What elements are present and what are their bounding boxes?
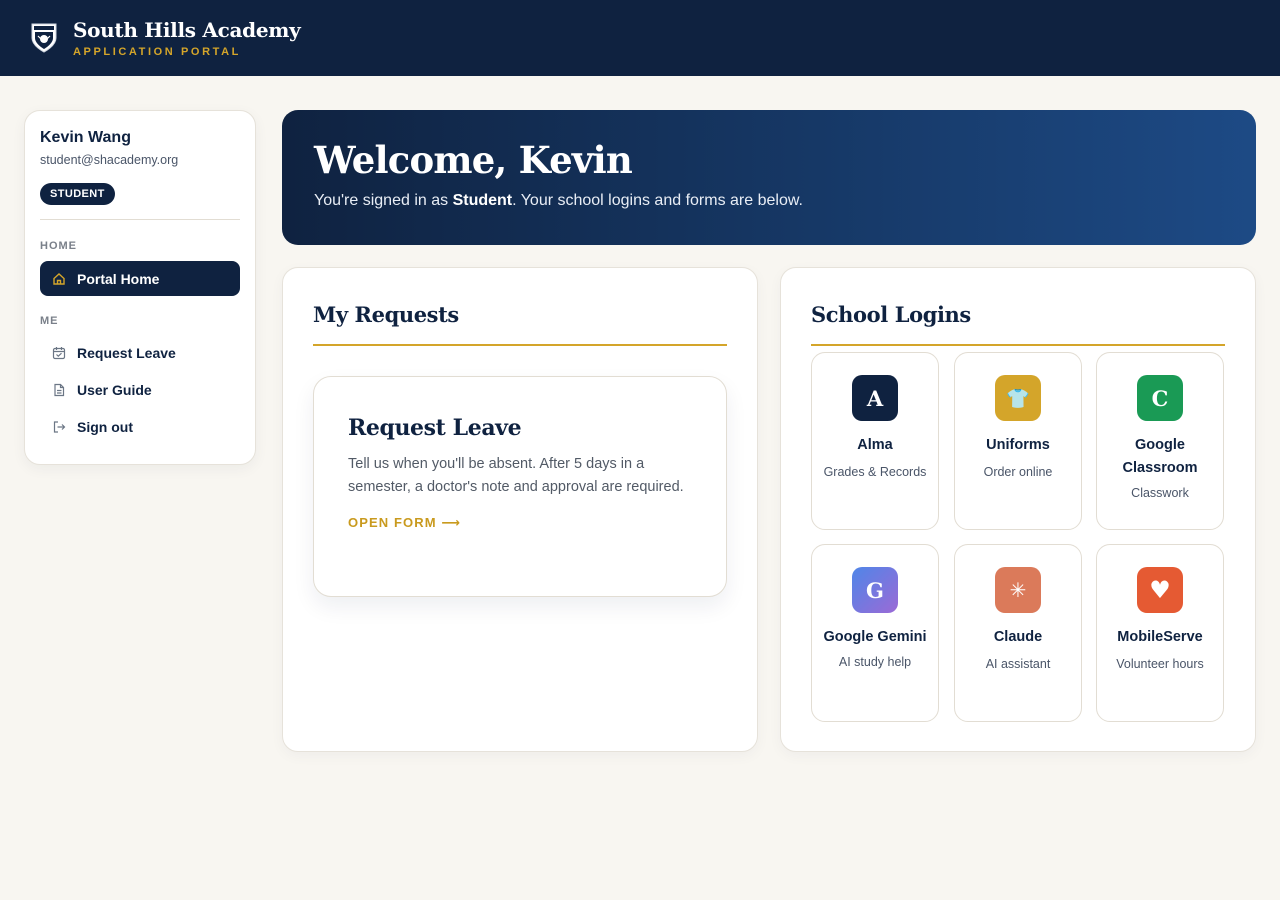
sidebar-item-portal-home[interactable]: Portal Home: [40, 261, 240, 296]
school-logins-panel: School Logins A Alma Grades & Records 👕 …: [780, 267, 1256, 752]
request-leave-title: Request Leave: [348, 415, 522, 441]
shirt-icon: 👕: [995, 375, 1041, 421]
brand-subtitle: APPLICATION PORTAL: [73, 46, 241, 58]
welcome-text: You're signed in as Student. Your school…: [314, 192, 1256, 210]
my-requests-panel: My Requests Request Leave Tell us when y…: [282, 267, 758, 752]
my-requests-title: My Requests: [313, 302, 459, 327]
alma-icon: A: [852, 375, 898, 421]
sidebar-item-sign-out[interactable]: Sign out: [40, 409, 240, 444]
sidebar-divider: [40, 219, 240, 220]
tile-name: Google Classroom: [1122, 437, 1198, 476]
tile-subtitle: AI study help: [838, 655, 912, 669]
login-tile-mobileserve[interactable]: ♥ MobileServe Volunteer hours: [1096, 544, 1224, 722]
section-divider: [811, 344, 1225, 346]
section-divider: [313, 344, 727, 346]
tile-name: Uniforms: [986, 437, 1050, 453]
welcome-text-suffix: . Your school logins and forms are below…: [512, 192, 803, 209]
tile-name: MobileServe: [1117, 629, 1203, 645]
sidebar-item-user-guide[interactable]: User Guide: [40, 372, 240, 407]
role-badge: STUDENT: [40, 183, 115, 205]
sidebar-item-label: Request Leave: [77, 344, 176, 361]
login-tile-google-classroom[interactable]: C Google Classroom Classwork: [1096, 352, 1224, 530]
tile-subtitle: Order online: [983, 465, 1053, 479]
login-tile-claude[interactable]: ✳ Claude AI assistant: [954, 544, 1082, 722]
section-label-me: ME: [40, 315, 59, 327]
heart-icon: ♥: [1137, 567, 1183, 613]
home-icon: [51, 271, 67, 287]
brand-title[interactable]: South Hills Academy: [73, 18, 301, 42]
sidebar: Kevin Wang student@shacademy.org STUDENT…: [24, 110, 256, 465]
sidebar-item-label: User Guide: [77, 381, 152, 398]
sidebar-item-request-leave[interactable]: Request Leave: [40, 335, 240, 370]
tile-subtitle: AI assistant: [985, 657, 1051, 671]
open-form-link[interactable]: OPEN FORM ⟶: [348, 515, 461, 531]
user-email: student@shacademy.org: [40, 153, 179, 167]
google-classroom-icon: C: [1137, 375, 1183, 421]
login-tile-google-gemini[interactable]: G Google Gemini AI study help: [811, 544, 939, 722]
brand: South Hills Academy APPLICATION PORTAL: [73, 18, 301, 58]
section-label-home: HOME: [40, 240, 77, 252]
request-leave-card[interactable]: Request Leave Tell us when you'll be abs…: [313, 376, 727, 597]
tile-name: Claude: [993, 629, 1043, 645]
top-header: South Hills Academy APPLICATION PORTAL: [0, 0, 1280, 76]
tile-subtitle: Grades & Records: [823, 465, 927, 479]
tile-subtitle: Volunteer hours: [1116, 657, 1204, 671]
login-tile-uniforms[interactable]: 👕 Uniforms Order online: [954, 352, 1082, 530]
welcome-text-prefix: You're signed in as: [314, 192, 453, 209]
login-tile-alma[interactable]: A Alma Grades & Records: [811, 352, 939, 530]
welcome-title: Welcome, Kevin: [314, 138, 633, 182]
tile-name: Alma: [857, 437, 893, 453]
request-leave-description: Tell us when you'll be absent. After 5 d…: [348, 456, 684, 495]
claude-icon: ✳: [995, 567, 1041, 613]
user-name: Kevin Wang: [40, 129, 131, 146]
tile-subtitle: Classwork: [1131, 486, 1189, 500]
sidebar-item-label: Sign out: [77, 418, 133, 435]
welcome-role: Student: [452, 192, 513, 209]
document-icon: [51, 382, 67, 398]
school-crest-icon[interactable]: [30, 22, 58, 54]
calendar-icon: [51, 345, 67, 361]
sign-out-icon: [51, 419, 67, 435]
welcome-banner: Welcome, Kevin You're signed in as Stude…: [282, 110, 1256, 245]
tile-name: Google Gemini: [823, 629, 927, 645]
sidebar-item-label: Portal Home: [77, 270, 160, 287]
google-gemini-icon: G: [852, 567, 898, 613]
school-logins-title: School Logins: [811, 302, 971, 327]
